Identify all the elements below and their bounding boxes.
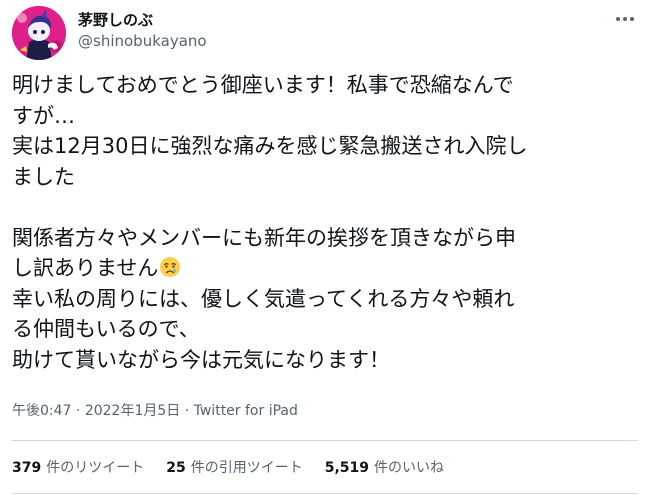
avatar[interactable] [12, 6, 66, 60]
crying-face-emoji-icon [159, 256, 181, 287]
tweet-text: 明けましておめでとう御座います！私事で恐縮なんで すが… 実は12月30日に強烈… [12, 70, 638, 375]
quotes-stat[interactable]: 25 件の引用ツイート [166, 458, 302, 478]
likes-count: 5,519 [324, 460, 370, 476]
user-handle[interactable]: @shinobukayano [78, 31, 207, 51]
divider [12, 440, 638, 441]
tweet-line: 助けて貰いながら今は元気になります！ [12, 347, 390, 372]
tweet-time[interactable]: 午後0:47 [12, 403, 71, 419]
character-avatar-icon [12, 6, 66, 60]
tweet-line: 幸い私の周りには、優しく気遣ってくれる方々や頼れ [12, 286, 515, 311]
retweets-count: 379 [12, 460, 42, 476]
divider [12, 493, 638, 494]
tweet-line-with-emoji: し訳ありません [12, 253, 638, 284]
likes-label: 件のいいね [374, 460, 445, 476]
tweet-line: る仲間もいるので、 [12, 317, 200, 341]
tweet-container: 茅野しのぶ @shinobukayano 明けましておめでとう御座います！私事で… [0, 0, 650, 498]
tweet-line: すが… [12, 103, 75, 128]
tweet-line: 関係者方々やメンバーにも新年の挨拶を頂きながら申 [12, 225, 516, 250]
tweet-line-text: し訳ありません [12, 256, 159, 280]
tweet-line: ました [12, 164, 75, 189]
display-name[interactable]: 茅野しのぶ [78, 10, 153, 30]
tweet-line: 実は12月30日に強烈な痛みを感じ緊急搬送され入院し [12, 134, 528, 158]
quotes-label: 件の引用ツイート [190, 460, 303, 476]
retweets-stat[interactable]: 379 件のリツイート [12, 458, 144, 478]
tweet-line: 明けましておめでとう御座います！私事で恐縮なんで [12, 73, 514, 97]
quotes-count: 25 [166, 460, 186, 476]
tweet-metadata: 午後0:47 · 2022年1月5日 · Twitter for iPad [12, 402, 298, 420]
more-options-button[interactable] [608, 8, 642, 30]
likes-stat[interactable]: 5,519 件のいいね [325, 458, 444, 478]
retweets-label: 件のリツイート [46, 460, 145, 476]
meta-separator: · [71, 403, 85, 419]
more-dots-icon [616, 17, 634, 21]
meta-separator: · [180, 403, 194, 419]
tweet-stats: 379 件のリツイート 25 件の引用ツイート 5,519 件のいいね [12, 458, 466, 478]
tweet-source[interactable]: Twitter for iPad [194, 403, 298, 419]
tweet-date[interactable]: 2022年1月5日 [85, 403, 180, 419]
